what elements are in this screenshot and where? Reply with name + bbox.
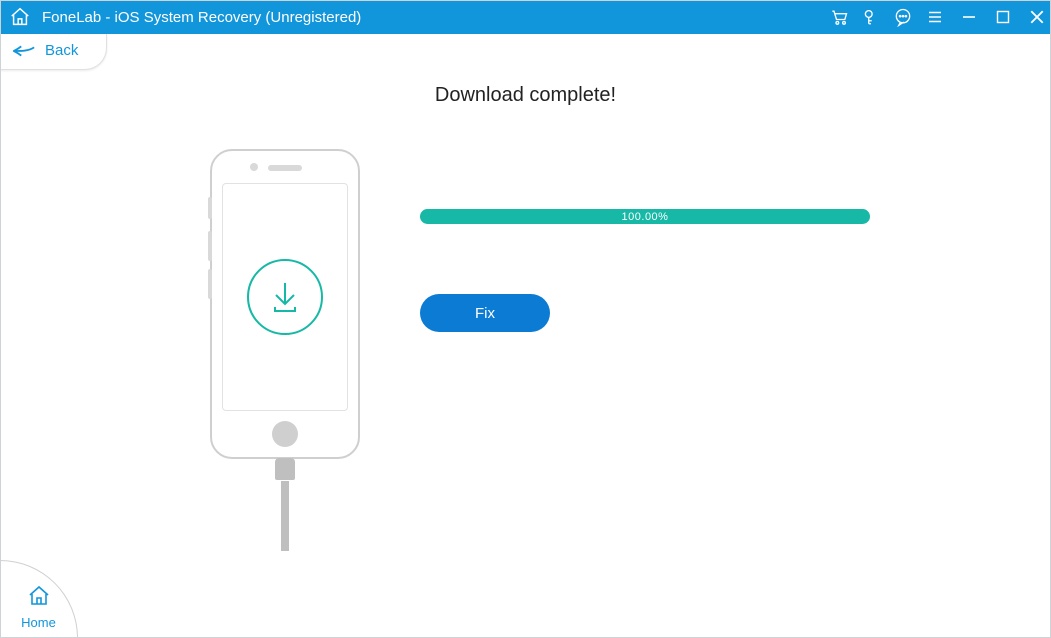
phone-volume-down <box>208 269 212 299</box>
phone-connector <box>275 458 295 480</box>
progress-bar: 100.00% <box>420 209 870 224</box>
maximize-button[interactable] <box>995 9 1011 25</box>
home-corner-button[interactable]: Home <box>0 560 78 638</box>
fix-button[interactable]: Fix <box>420 294 550 332</box>
home-corner-icon <box>27 584 51 613</box>
home-icon[interactable] <box>8 5 32 29</box>
phone-speaker <box>268 165 302 171</box>
phone-home-button <box>272 421 298 447</box>
phone-body <box>210 149 360 459</box>
close-button[interactable] <box>1029 9 1045 25</box>
phone-illustration <box>190 149 380 551</box>
home-corner-label: Home <box>21 615 56 630</box>
download-icon <box>247 259 323 335</box>
content: Download complete! <box>0 84 1051 551</box>
main-row: 100.00% Fix <box>0 149 1051 551</box>
key-icon[interactable] <box>861 7 881 27</box>
phone-mute-switch <box>208 197 212 219</box>
minimize-button[interactable] <box>961 9 977 25</box>
back-bar: Back <box>0 34 1051 70</box>
titlebar-actions <box>829 7 945 27</box>
fix-button-label: Fix <box>475 305 495 322</box>
page-title: Download complete! <box>0 84 1051 107</box>
phone-screen <box>222 183 348 411</box>
back-label: Back <box>45 42 78 59</box>
phone-cable <box>281 481 289 551</box>
phone-camera <box>250 163 258 171</box>
progress-text: 100.00% <box>622 211 669 223</box>
window-title: FoneLab - iOS System Recovery (Unregiste… <box>42 9 361 26</box>
menu-icon[interactable] <box>925 7 945 27</box>
feedback-icon[interactable] <box>893 7 913 27</box>
window-controls <box>961 9 1045 25</box>
cart-icon[interactable] <box>829 7 849 27</box>
back-button[interactable]: Back <box>0 34 107 70</box>
status-column: 100.00% Fix <box>420 149 870 551</box>
back-arrow-icon <box>13 43 35 59</box>
phone-volume-up <box>208 231 212 261</box>
titlebar: FoneLab - iOS System Recovery (Unregiste… <box>0 0 1051 34</box>
